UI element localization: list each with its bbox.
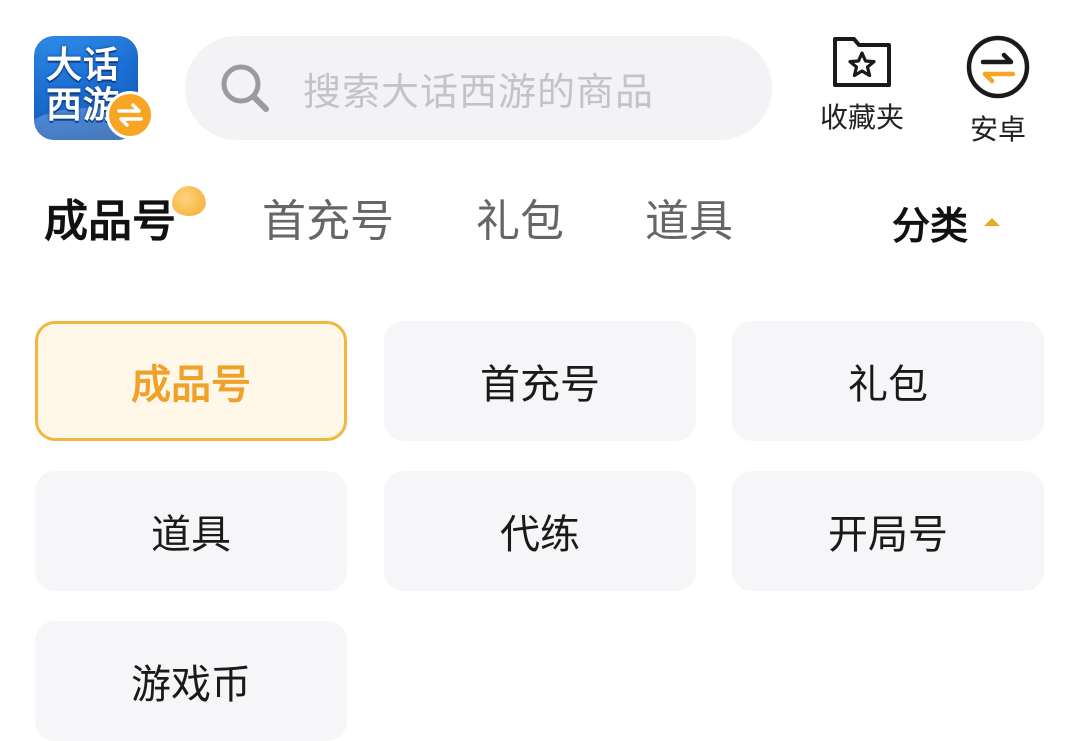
- active-tab-indicator: [172, 186, 206, 216]
- swap-circle-icon: [965, 34, 1031, 104]
- category-chip-first-charge-account[interactable]: 首充号: [384, 321, 696, 441]
- category-chip-items[interactable]: 道具: [35, 471, 347, 591]
- tabs-fade-overlay: [790, 180, 870, 264]
- tab-items[interactable]: 道具: [645, 190, 733, 254]
- search-placeholder: 搜索大话西游的商品: [303, 69, 655, 114]
- category-chip-finished-account[interactable]: 成品号: [35, 321, 347, 441]
- platform-label: 安卓: [969, 113, 1026, 146]
- category-chip-game-currency[interactable]: 游戏币: [35, 621, 347, 741]
- tab-finished-account[interactable]: 成品号: [44, 190, 176, 254]
- favorites-label: 收藏夹: [819, 101, 904, 134]
- search-input[interactable]: 搜索大话西游的商品: [185, 36, 772, 140]
- category-chip-starter-account[interactable]: 开局号: [732, 471, 1044, 591]
- tab-gift-pack[interactable]: 礼包: [476, 190, 564, 254]
- category-chip-gift-pack[interactable]: 礼包: [732, 321, 1044, 441]
- platform-switch-button[interactable]: 安卓: [950, 34, 1046, 148]
- category-toggle-button[interactable]: 分类: [892, 190, 1001, 254]
- swap-arrows-icon[interactable]: [106, 91, 154, 139]
- category-chip-power-leveling[interactable]: 代练: [384, 471, 696, 591]
- category-toggle-label: 分类: [892, 203, 969, 248]
- caret-up-icon: [984, 218, 1001, 226]
- search-icon: [217, 60, 273, 116]
- tab-first-charge-account[interactable]: 首充号: [262, 190, 394, 254]
- folder-star-icon: [832, 34, 892, 92]
- favorites-button[interactable]: 收藏夹: [812, 34, 912, 136]
